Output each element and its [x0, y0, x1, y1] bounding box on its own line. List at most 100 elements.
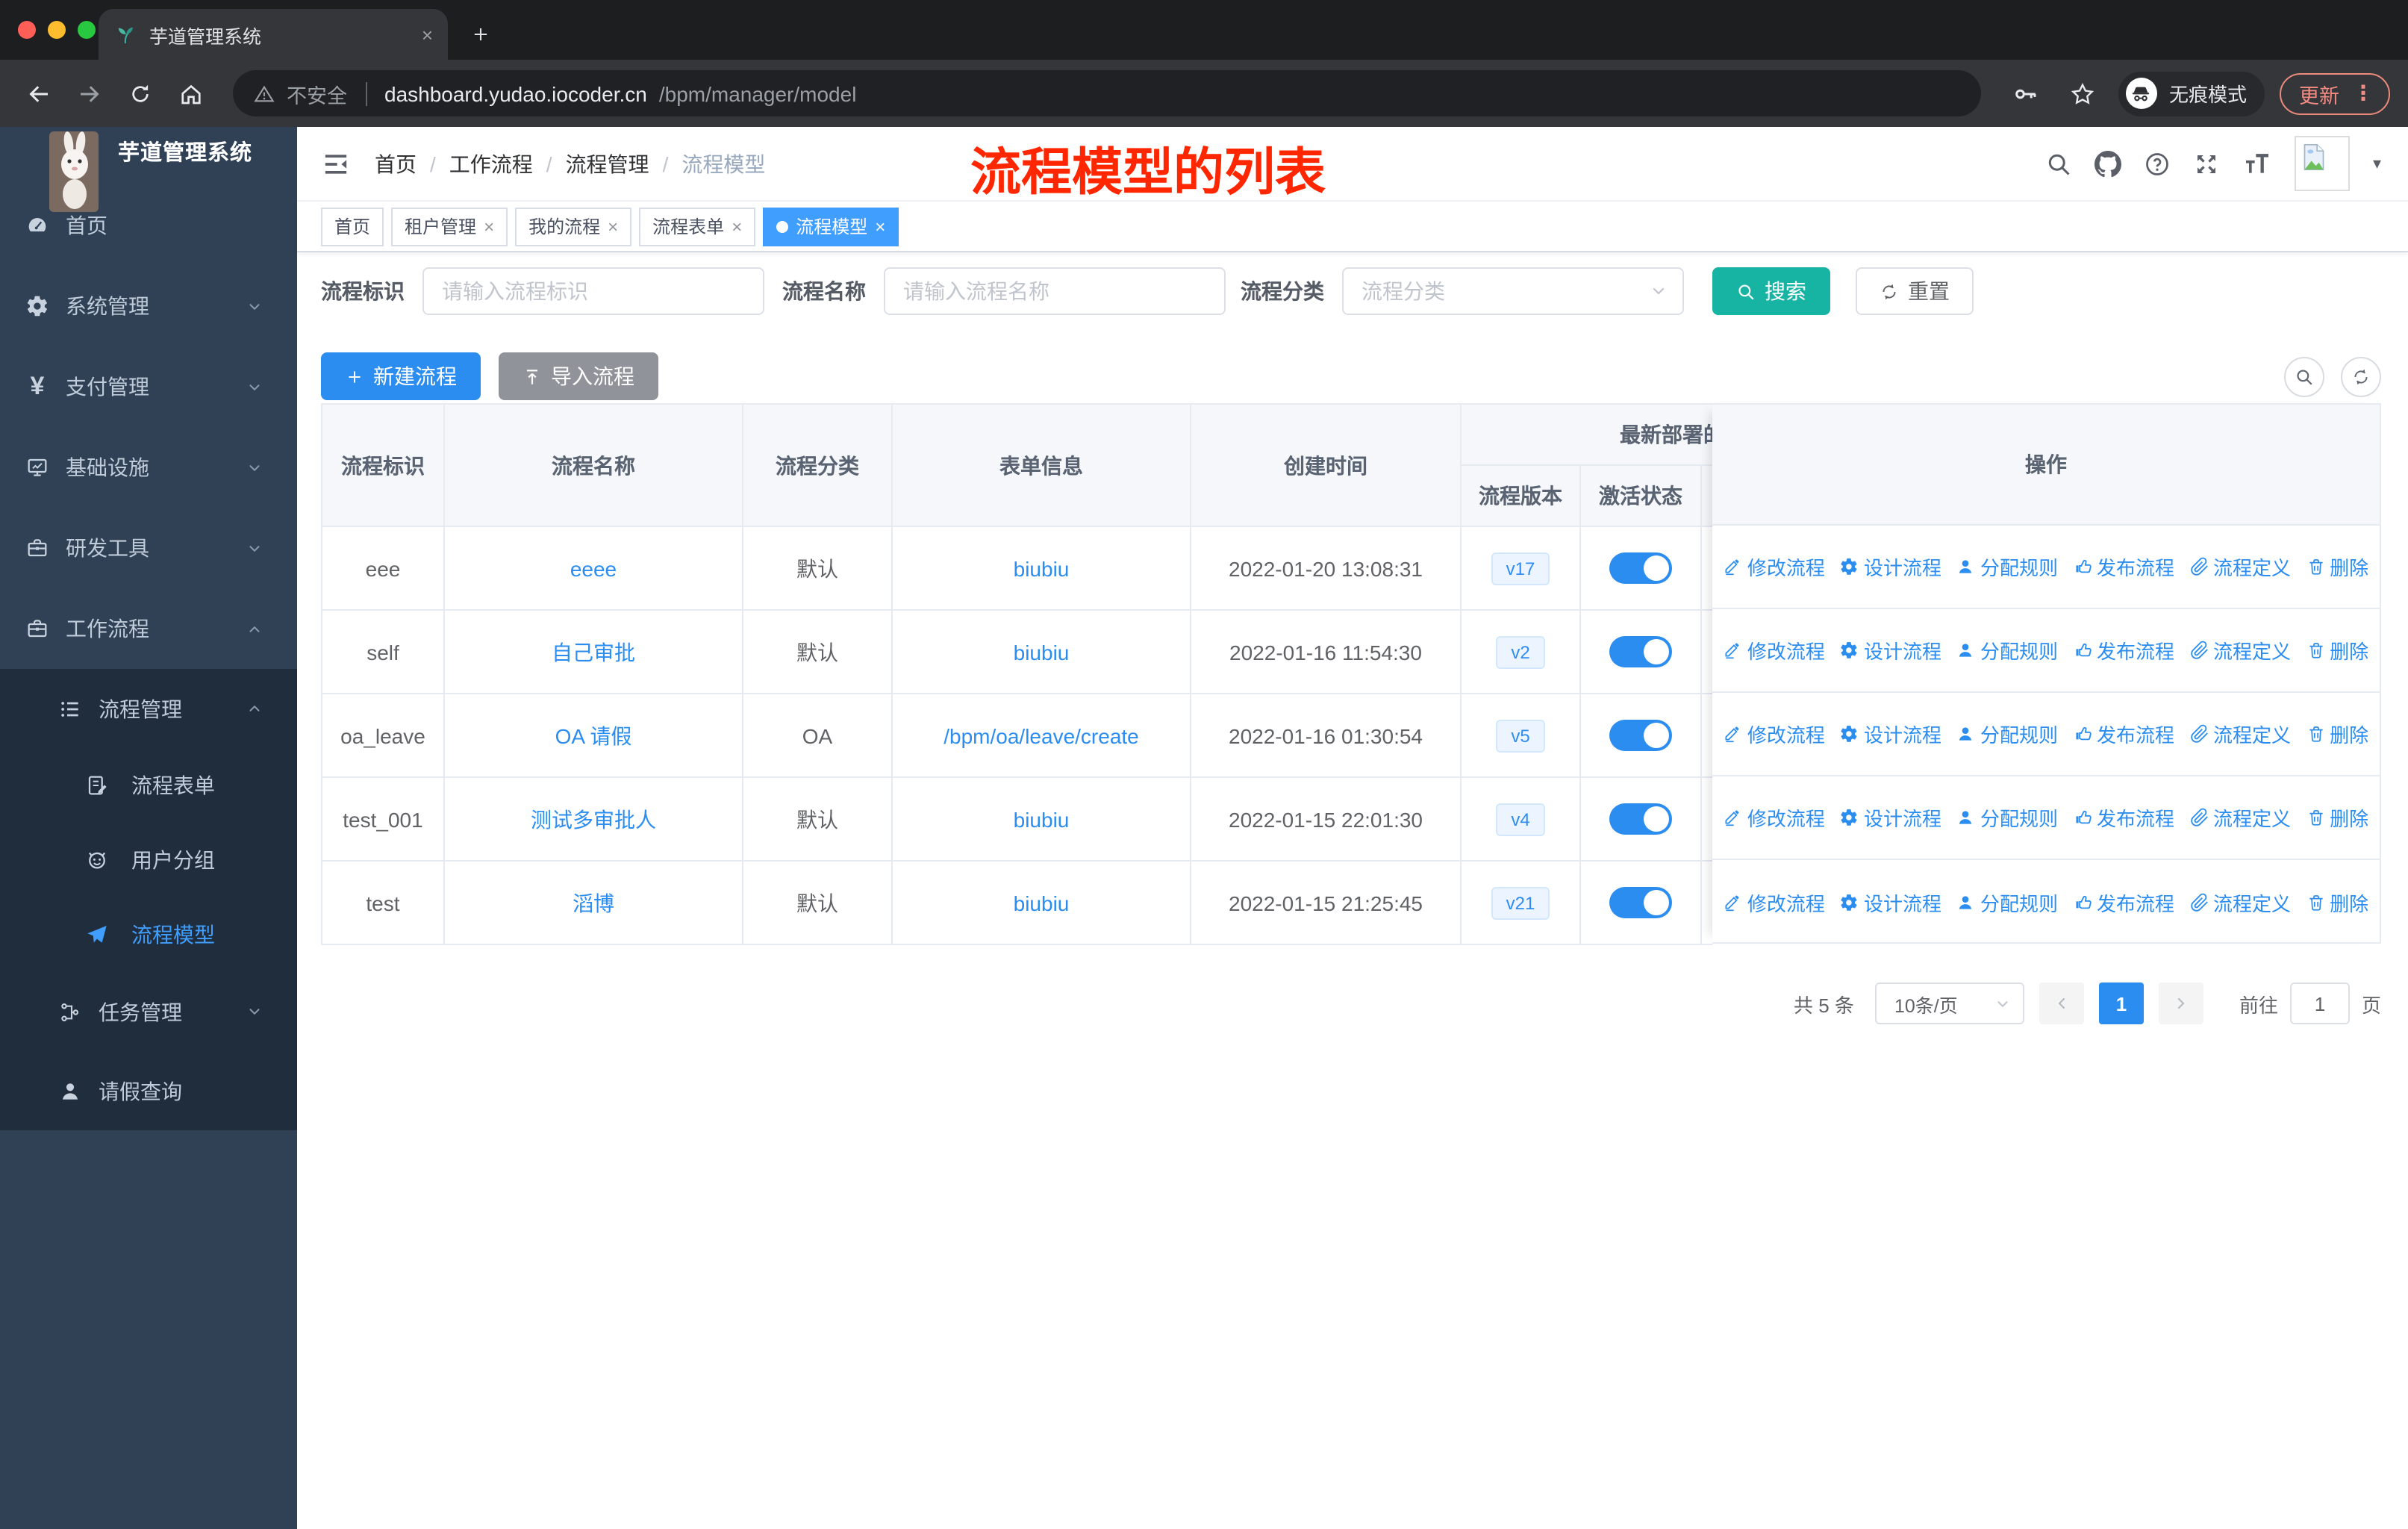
tag-close-icon[interactable]: ×: [484, 216, 494, 237]
action-design-process[interactable]: 设计流程: [1840, 636, 1941, 664]
action-edit-process[interactable]: 修改流程: [1724, 888, 1825, 916]
process-name-link[interactable]: OA 请假: [555, 720, 632, 750]
sidebar-item-payment[interactable]: ¥ 支付管理: [0, 346, 297, 427]
browser-tab[interactable]: 芋道管理系统 ×: [99, 9, 448, 60]
current-page[interactable]: 1: [2098, 983, 2144, 1024]
action-process-definition[interactable]: 流程定义: [2189, 552, 2291, 581]
process-name-link[interactable]: 测试多审批人: [531, 804, 656, 834]
action-delete[interactable]: 删除: [2306, 720, 2368, 748]
version-badge[interactable]: v2: [1496, 635, 1545, 668]
action-design-process[interactable]: 设计流程: [1840, 888, 1941, 916]
action-publish-process[interactable]: 发布流程: [2073, 888, 2174, 916]
process-name-link[interactable]: eeee: [570, 556, 617, 580]
sidebar-item-process-model[interactable]: 流程模型: [0, 897, 297, 972]
tag-process-model[interactable]: 流程模型 ×: [763, 207, 899, 246]
action-edit-process[interactable]: 修改流程: [1724, 636, 1825, 664]
action-assign-rule[interactable]: 分配规则: [1956, 888, 2058, 916]
sidebar-item-workflow[interactable]: 工作流程: [0, 588, 297, 669]
process-id-input[interactable]: [422, 267, 764, 315]
fullscreen-icon[interactable]: [2194, 150, 2221, 177]
create-process-button[interactable]: 新建流程: [321, 352, 481, 400]
action-assign-rule[interactable]: 分配规则: [1956, 803, 2058, 832]
back-icon[interactable]: [18, 72, 60, 114]
action-edit-process[interactable]: 修改流程: [1724, 803, 1825, 832]
tag-close-icon[interactable]: ×: [875, 216, 885, 237]
action-publish-process[interactable]: 发布流程: [2073, 720, 2174, 748]
home-icon[interactable]: [170, 72, 212, 114]
version-badge[interactable]: v17: [1491, 552, 1550, 585]
process-name-input[interactable]: [884, 267, 1226, 315]
category-select[interactable]: 流程分类: [1342, 267, 1684, 315]
prev-page-button[interactable]: [2039, 983, 2084, 1024]
sidebar-item-devtools[interactable]: 研发工具: [0, 508, 297, 588]
form-info-link[interactable]: biubiu: [1014, 556, 1070, 580]
refresh-table-button[interactable]: [2341, 356, 2381, 396]
window-controls[interactable]: [18, 21, 96, 39]
action-publish-process[interactable]: 发布流程: [2073, 552, 2174, 581]
action-assign-rule[interactable]: 分配规则: [1956, 636, 2058, 664]
avatar-caret-icon[interactable]: ▾: [2373, 154, 2381, 173]
address-bar[interactable]: 不安全 dashboard.yudao.iocoder.cn/bpm/manag…: [233, 70, 1981, 116]
action-publish-process[interactable]: 发布流程: [2073, 803, 2174, 832]
action-delete[interactable]: 删除: [2306, 552, 2368, 581]
action-publish-process[interactable]: 发布流程: [2073, 636, 2174, 664]
bookmark-star-icon[interactable]: [2062, 72, 2103, 114]
sidebar-item-process-mgmt[interactable]: 流程管理: [0, 669, 297, 748]
window-zoom-button[interactable]: [78, 21, 96, 39]
show-search-button[interactable]: [2284, 356, 2324, 396]
sidebar-item-process-form[interactable]: 流程表单: [0, 748, 297, 823]
breadcrumb-item[interactable]: 工作流程: [449, 149, 533, 178]
tab-close-icon[interactable]: ×: [422, 23, 433, 46]
window-minimize-button[interactable]: [48, 21, 66, 39]
action-process-definition[interactable]: 流程定义: [2189, 636, 2291, 664]
form-info-link[interactable]: biubiu: [1014, 640, 1070, 664]
window-close-button[interactable]: [18, 21, 36, 39]
sidebar-item-leave-query[interactable]: 请假查询: [0, 1051, 297, 1130]
version-badge[interactable]: v4: [1496, 803, 1545, 835]
action-design-process[interactable]: 设计流程: [1840, 803, 1941, 832]
action-edit-process[interactable]: 修改流程: [1724, 552, 1825, 581]
action-process-definition[interactable]: 流程定义: [2189, 720, 2291, 748]
active-toggle[interactable]: [1609, 887, 1672, 918]
password-key-icon[interactable]: [2005, 72, 2047, 114]
sidebar-collapse-icon[interactable]: [321, 149, 351, 178]
action-delete[interactable]: 删除: [2306, 636, 2368, 664]
tag-close-icon[interactable]: ×: [608, 216, 618, 237]
browser-menu-icon[interactable]: ⋮: [2353, 81, 2374, 106]
active-toggle[interactable]: [1609, 552, 1672, 584]
action-assign-rule[interactable]: 分配规则: [1956, 552, 2058, 581]
tag-process-form[interactable]: 流程表单 ×: [639, 207, 756, 246]
tag-close-icon[interactable]: ×: [732, 216, 742, 237]
update-button[interactable]: 更新 ⋮: [2280, 72, 2390, 114]
action-design-process[interactable]: 设计流程: [1840, 552, 1941, 581]
sidebar-item-system[interactable]: 系统管理: [0, 266, 297, 346]
action-design-process[interactable]: 设计流程: [1840, 720, 1941, 748]
sidebar-item-infra[interactable]: 基础设施: [0, 427, 297, 508]
action-process-definition[interactable]: 流程定义: [2189, 803, 2291, 832]
version-badge[interactable]: v21: [1491, 886, 1550, 919]
sidebar-item-home[interactable]: 首页: [0, 185, 297, 266]
search-button[interactable]: 搜索: [1712, 267, 1830, 315]
next-page-button[interactable]: [2158, 983, 2203, 1024]
page-size-select[interactable]: 10条/页: [1874, 983, 2024, 1024]
active-toggle[interactable]: [1609, 803, 1672, 835]
process-name-link[interactable]: 自己审批: [552, 637, 635, 667]
form-info-link[interactable]: /bpm/oa/leave/create: [943, 723, 1139, 747]
sidebar-item-task-mgmt[interactable]: 任务管理: [0, 972, 297, 1051]
breadcrumb-item[interactable]: 首页: [375, 149, 417, 178]
active-toggle[interactable]: [1609, 636, 1672, 667]
sidebar-item-user-group[interactable]: 用户分组: [0, 823, 297, 897]
avatar[interactable]: [2295, 136, 2351, 191]
tag-tenant[interactable]: 租户管理 ×: [391, 207, 508, 246]
action-process-definition[interactable]: 流程定义: [2189, 888, 2291, 916]
help-icon[interactable]: [2145, 150, 2171, 177]
action-edit-process[interactable]: 修改流程: [1724, 720, 1825, 748]
breadcrumb-item[interactable]: 流程管理: [566, 149, 649, 178]
tag-my-process[interactable]: 我的流程 ×: [515, 207, 632, 246]
search-icon[interactable]: [2046, 150, 2073, 177]
form-info-link[interactable]: biubiu: [1014, 891, 1070, 915]
new-tab-button[interactable]: [460, 13, 502, 55]
form-info-link[interactable]: biubiu: [1014, 807, 1070, 831]
reload-icon[interactable]: [119, 72, 161, 114]
tag-home[interactable]: 首页: [321, 207, 384, 246]
